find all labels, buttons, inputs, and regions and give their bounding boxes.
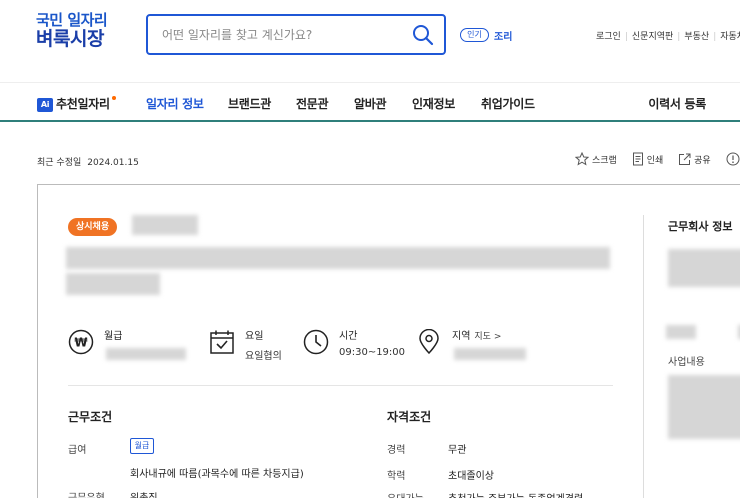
popular-badge: 인기 <box>460 28 489 42</box>
redacted-title-2 <box>66 273 160 295</box>
logo-line1: 국민 일자리 <box>36 11 108 29</box>
conditions-title: 근무조건 <box>68 410 113 424</box>
action-bar: 스크랩 인쇄 공유 <box>575 152 740 169</box>
nav-brand[interactable]: 브랜드관 <box>228 95 271 112</box>
alert-icon <box>726 152 740 166</box>
util-newspaper[interactable]: 신문지역판 <box>632 32 673 42</box>
ai-badge: Ai <box>37 98 53 112</box>
location-pin-icon <box>416 328 442 355</box>
info-salary-label: 월급 <box>104 331 123 342</box>
column-divider <box>643 215 644 498</box>
nav-specialty[interactable]: 전문관 <box>296 95 329 112</box>
updated-label: 최근 수정일 <box>37 158 82 168</box>
redacted-salary <box>106 348 186 360</box>
map-link[interactable]: 지도 > <box>474 332 501 342</box>
pay-label: 급여 <box>68 445 87 456</box>
redacted-company <box>132 215 198 235</box>
work-type-label: 근무유형 <box>68 489 105 498</box>
education-value: 초대졸이상 <box>448 471 494 482</box>
info-time-label: 시간 <box>339 331 358 342</box>
redacted-location <box>454 348 526 360</box>
work-type-value: 위촉직 <box>130 489 158 498</box>
redacted-company-box <box>668 249 740 287</box>
logo-line2: 벼룩시장 <box>36 28 104 51</box>
updated-info: 최근 수정일 2024.01.15 <box>37 155 139 168</box>
report-button[interactable] <box>726 152 740 166</box>
redacted-title <box>66 247 610 269</box>
nav-recommended-label: 추천일자리 <box>56 97 110 111</box>
search-icon[interactable] <box>412 24 434 46</box>
util-car[interactable]: 자동차 <box>720 32 740 42</box>
section-divider <box>68 385 613 386</box>
site-logo[interactable]: 국민 일자리 벼룩시장 <box>36 11 108 51</box>
share-button[interactable]: 공유 <box>678 153 711 166</box>
summary-info-row: ₩ 월급 요일 요일협의 시간 09:30~19:00 지역 지도 > <box>68 325 628 365</box>
won-icon: ₩ <box>68 329 94 355</box>
star-icon <box>575 152 589 166</box>
svg-text:₩: ₩ <box>74 336 88 350</box>
nav-job-info[interactable]: 일자리 정보 <box>146 95 204 112</box>
new-dot-icon <box>111 96 116 100</box>
scrap-button[interactable]: 스크랩 <box>575 152 617 166</box>
career-value: 무관 <box>448 445 467 456</box>
pay-type-tag: 월급 <box>130 438 154 454</box>
info-days-value: 요일협의 <box>245 351 282 362</box>
search-box <box>146 14 446 55</box>
print-button[interactable]: 인쇄 <box>632 152 663 166</box>
util-login[interactable]: 로그인 <box>596 32 621 42</box>
clock-icon <box>303 329 329 355</box>
career-label: 경력 <box>387 445 406 456</box>
popular-keyword[interactable]: 조리 <box>494 28 512 43</box>
calendar-check-icon <box>209 329 235 355</box>
business-label: 사업내용 <box>668 357 705 368</box>
preferred-value: 추천가능 주부가능 동종업계경력 <box>448 490 583 498</box>
util-realestate[interactable]: 부동산 <box>684 32 709 42</box>
redacted-business <box>668 375 740 439</box>
document-icon <box>632 152 643 166</box>
job-detail-panel: 상시채용 ₩ 월급 요일 요일협의 시간 09:30~19:00 지역 지도 >… <box>37 184 740 498</box>
info-days-label: 요일 <box>245 331 264 342</box>
nav-career-guide[interactable]: 취업가이드 <box>481 95 535 112</box>
main-nav: Ai 추천일자리 일자리 정보 브랜드관 전문관 알바관 인재정보 취업가이드 이… <box>0 82 740 122</box>
recruit-type-badge: 상시채용 <box>68 218 118 236</box>
nav-talent[interactable]: 인재정보 <box>412 95 455 112</box>
qualifications-title: 자격조건 <box>387 410 432 424</box>
updated-date: 2024.01.15 <box>87 158 139 168</box>
pay-note: 회사내규에 따름(과목수에 따른 차등지급) <box>130 469 304 480</box>
info-time-value: 09:30~19:00 <box>339 347 406 358</box>
search-input[interactable] <box>162 25 402 45</box>
education-label: 학력 <box>387 471 406 482</box>
util-links: 로그인|신문지역판|부동산|자동차 <box>596 29 740 42</box>
site-header: 국민 일자리 벼룩시장 인기 조리 로그인|신문지역판|부동산|자동차 <box>0 0 740 82</box>
nav-resume[interactable]: 이력서 등록 <box>648 95 706 112</box>
company-info-title: 근무회사 정보 <box>668 220 733 233</box>
nav-parttime[interactable]: 알바관 <box>354 95 387 112</box>
job-main-column: 상시채용 ₩ 월급 요일 요일협의 시간 09:30~19:00 지역 지도 >… <box>38 185 643 498</box>
preferred-label: 우대가능 <box>387 490 424 498</box>
redacted-company-name <box>666 325 696 339</box>
info-location-label: 지역 지도 > <box>452 331 502 342</box>
share-icon <box>679 153 691 165</box>
nav-recommended[interactable]: Ai 추천일자리 <box>37 95 116 112</box>
